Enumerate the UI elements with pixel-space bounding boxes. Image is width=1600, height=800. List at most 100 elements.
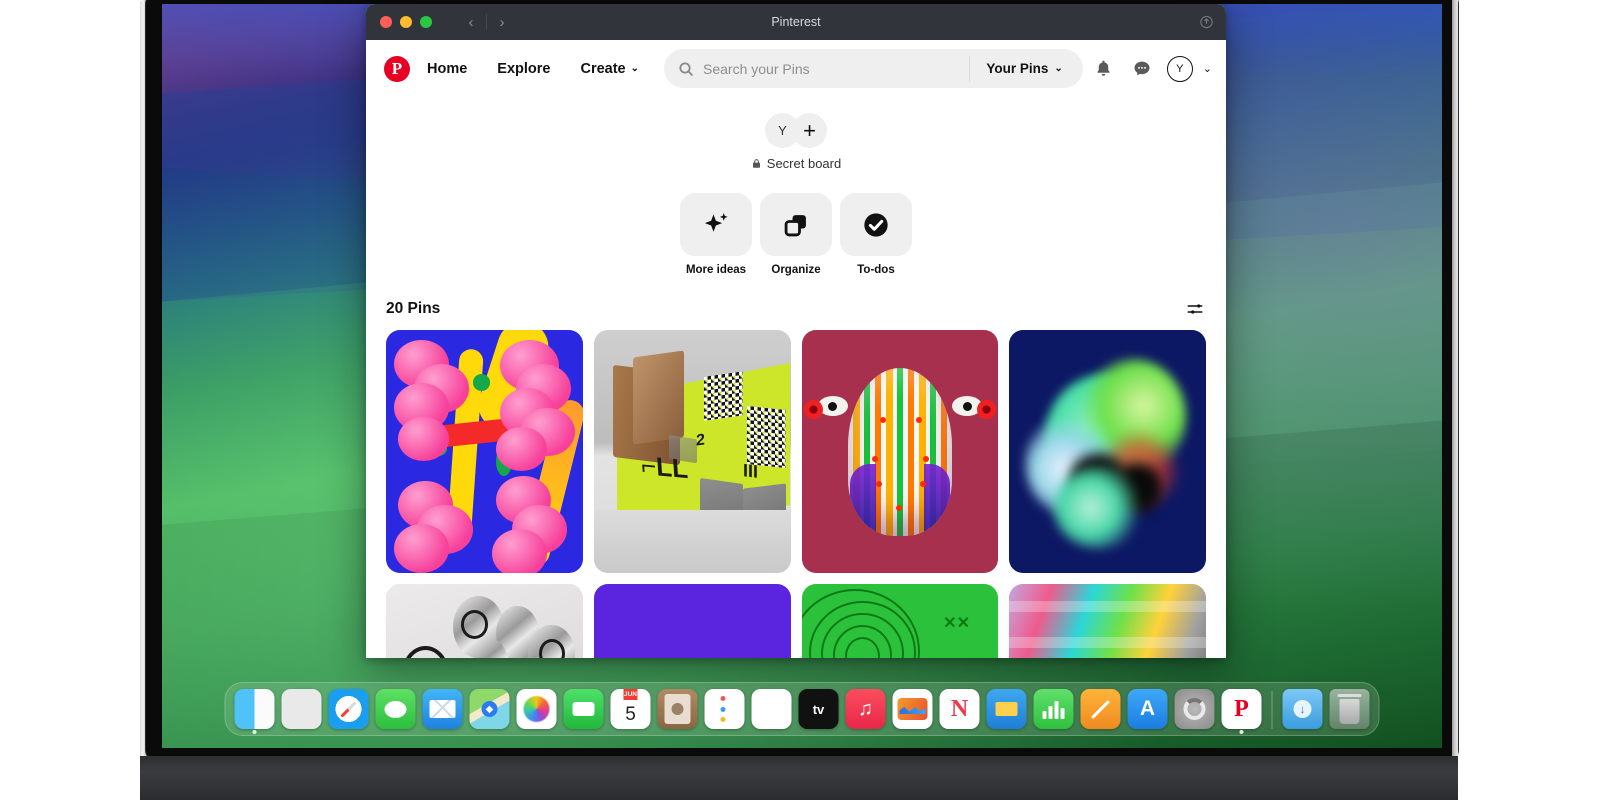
todos-tile[interactable] xyxy=(840,193,912,256)
pin-card[interactable]: ✕✕ xyxy=(802,584,999,658)
account-chevron-down-icon[interactable]: ⌄ xyxy=(1203,62,1212,75)
dock-item-messages[interactable] xyxy=(376,689,416,729)
dock-item-pages[interactable] xyxy=(1081,689,1121,729)
news-label: N xyxy=(951,696,968,723)
pin-card[interactable] xyxy=(1009,330,1206,573)
add-collaborator-button[interactable]: + xyxy=(792,113,827,148)
finder-icon[interactable] xyxy=(235,689,275,729)
add-collaborator-label: + xyxy=(803,118,816,144)
app-store-icon[interactable]: A xyxy=(1128,689,1168,729)
maps-icon[interactable]: ◆ xyxy=(470,689,510,729)
pin-card[interactable]: ⌐LL 2 III xyxy=(594,330,791,573)
dock-item-contacts[interactable] xyxy=(658,689,698,729)
dock-item-facetime[interactable] xyxy=(564,689,604,729)
dock-item-numbers[interactable] xyxy=(1034,689,1074,729)
dock-item-photos[interactable] xyxy=(517,689,557,729)
dock-item-tv[interactable]: tv xyxy=(799,689,839,729)
music-icon[interactable]: ♫ xyxy=(846,689,886,729)
back-button[interactable]: ‹ xyxy=(456,11,486,33)
numbers-icon[interactable] xyxy=(1034,689,1074,729)
minimize-button[interactable] xyxy=(400,16,412,28)
filter-button[interactable] xyxy=(1184,300,1206,318)
search-bar[interactable]: Your Pins ⌄ xyxy=(664,49,1083,88)
dock-item-mail[interactable] xyxy=(423,689,463,729)
dock-item-news[interactable]: N xyxy=(940,689,980,729)
pin-card[interactable] xyxy=(386,330,583,573)
forward-button[interactable]: › xyxy=(487,11,517,33)
trash-icon[interactable] xyxy=(1330,689,1370,729)
mail-icon[interactable] xyxy=(423,689,463,729)
messages-button[interactable] xyxy=(1125,52,1159,86)
dock-item-safari[interactable] xyxy=(329,689,369,729)
dock-item-launchpad[interactable] xyxy=(282,689,322,729)
dock-item-settings[interactable] xyxy=(1175,689,1215,729)
system-settings-gear-icon[interactable] xyxy=(1175,689,1215,729)
reminders-icon[interactable] xyxy=(705,689,745,729)
pin-image xyxy=(386,584,583,658)
close-button[interactable] xyxy=(380,16,392,28)
window-title-bar[interactable]: ‹ › Pinterest xyxy=(366,4,1226,40)
dock-item-pinterest[interactable]: P xyxy=(1222,689,1262,729)
pages-icon[interactable] xyxy=(1081,689,1121,729)
apple-tv-label: tv xyxy=(813,702,825,717)
dock-item-notes[interactable] xyxy=(752,689,792,729)
nav-link-explore-label: Explore xyxy=(497,61,550,77)
news-icon[interactable]: N xyxy=(940,689,980,729)
messages-icon[interactable] xyxy=(376,689,416,729)
notifications-button[interactable] xyxy=(1087,52,1121,86)
photos-icon[interactable] xyxy=(517,689,557,729)
more-ideas-tile[interactable] xyxy=(680,193,752,256)
pinterest-icon[interactable]: P xyxy=(1222,689,1262,729)
todos-label: To-dos xyxy=(840,264,912,276)
search-input[interactable] xyxy=(694,61,969,77)
pin-card[interactable] xyxy=(386,584,583,658)
dock-item-downloads[interactable]: ↓ xyxy=(1283,689,1323,729)
organize-button[interactable]: Organize xyxy=(760,193,832,276)
organize-tile[interactable] xyxy=(760,193,832,256)
freeform-icon[interactable] xyxy=(893,689,933,729)
nav-link-home[interactable]: Home xyxy=(414,52,480,86)
apple-tv-icon[interactable]: tv xyxy=(799,689,839,729)
pinterest-logo-icon[interactable]: P xyxy=(384,56,410,82)
notes-icon[interactable] xyxy=(752,689,792,729)
check-circle-icon xyxy=(862,211,890,239)
dock-item-maps[interactable]: ◆ xyxy=(470,689,510,729)
pin-image xyxy=(1009,584,1206,658)
pin-card[interactable] xyxy=(594,584,791,658)
search-scope-selector[interactable]: Your Pins ⌄ xyxy=(969,56,1076,82)
keynote-icon[interactable] xyxy=(987,689,1027,729)
calendar-icon[interactable]: JUN 5 xyxy=(611,689,651,729)
window-traffic-lights[interactable] xyxy=(380,16,432,28)
more-ideas-button[interactable]: More ideas xyxy=(680,193,752,276)
display-stand-base xyxy=(140,756,1458,800)
todos-button[interactable]: To-dos xyxy=(840,193,912,276)
dock-item-music[interactable]: ♫ xyxy=(846,689,886,729)
nav-link-create[interactable]: Create ⌄ xyxy=(567,52,652,86)
macos-dock[interactable]: ◆ JUN 5 xyxy=(225,682,1380,736)
dock-item-keynote[interactable] xyxy=(987,689,1027,729)
dock-item-appstore[interactable]: A xyxy=(1128,689,1168,729)
dock-item-freeform[interactable] xyxy=(893,689,933,729)
pin-count-label: 20 Pins xyxy=(386,300,440,318)
dock-item-finder[interactable] xyxy=(235,689,275,729)
pin-card[interactable] xyxy=(802,330,999,573)
contacts-icon[interactable] xyxy=(658,689,698,729)
nav-link-explore[interactable]: Explore xyxy=(484,52,563,86)
pin-card[interactable] xyxy=(1009,584,1206,658)
safari-icon[interactable] xyxy=(329,689,369,729)
share-icon[interactable] xyxy=(1199,15,1214,30)
dock-item-reminders[interactable] xyxy=(705,689,745,729)
dock-item-trash[interactable] xyxy=(1330,689,1370,729)
window-history-nav[interactable]: ‹ › xyxy=(456,11,517,33)
chat-bubble-icon xyxy=(1132,59,1152,79)
avatar[interactable]: Y xyxy=(1167,56,1193,82)
facetime-icon[interactable] xyxy=(564,689,604,729)
launchpad-icon[interactable] xyxy=(282,689,322,729)
board-action-buttons: More ideas Organize xyxy=(366,193,1226,276)
maximize-button[interactable] xyxy=(420,16,432,28)
dock-item-calendar[interactable]: JUN 5 xyxy=(611,689,651,729)
downloads-folder-icon[interactable]: ↓ xyxy=(1283,689,1323,729)
chevron-down-icon: ⌄ xyxy=(1054,63,1062,74)
pin-image xyxy=(1009,330,1206,573)
organize-label: Organize xyxy=(760,264,832,276)
